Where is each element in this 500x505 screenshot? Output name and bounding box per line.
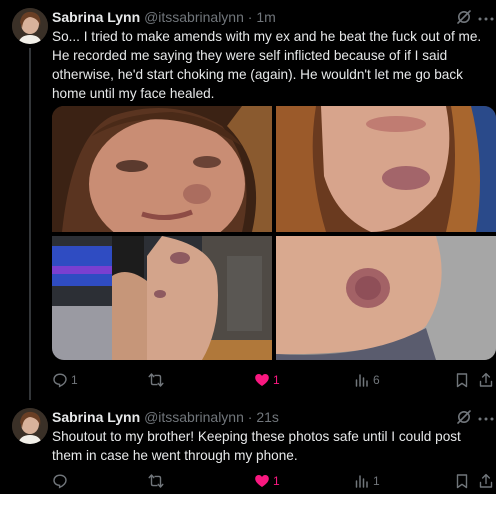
media-gap-horizontal: [52, 232, 496, 236]
thread-line: [29, 48, 31, 400]
separator-dot: ·: [247, 409, 253, 425]
repost-button[interactable]: [148, 472, 167, 490]
reply-icon: [52, 372, 68, 388]
views-icon: [354, 372, 370, 388]
more-options-icon[interactable]: [478, 12, 496, 28]
repost-icon: [148, 372, 164, 388]
bookmark-button[interactable]: [454, 472, 470, 490]
user-handle[interactable]: @itssabrinalynn: [144, 409, 244, 425]
view-count: 1: [373, 474, 380, 488]
repost-button[interactable]: [148, 371, 167, 389]
photo-face-bruise[interactable]: [52, 106, 272, 232]
bookmark-icon: [454, 372, 470, 388]
views-button[interactable]: 6: [354, 371, 380, 389]
post-text: Shoutout to my brother! Keeping these ph…: [52, 429, 461, 463]
share-icon: [478, 473, 494, 489]
post-header: Sabrina Lynn @itssabrinalynn · 1m: [52, 8, 276, 26]
media-grid[interactable]: [52, 106, 496, 360]
share-button[interactable]: [478, 472, 494, 490]
views-button[interactable]: 1: [354, 472, 380, 490]
bookmark-button[interactable]: [454, 371, 470, 389]
separator-dot: ·: [247, 9, 253, 25]
avatar[interactable]: [12, 8, 48, 44]
photo-arm-mirror[interactable]: [52, 236, 272, 360]
photo-arm-bruise[interactable]: [276, 236, 496, 360]
like-count: 1: [273, 373, 280, 387]
reply-count: 1: [71, 373, 78, 387]
view-count: 6: [373, 373, 380, 387]
post-time[interactable]: 1m: [256, 9, 275, 25]
reply-button[interactable]: [52, 472, 71, 490]
timeline: Sabrina Lynn @itssabrinalynn · 1m So... …: [0, 0, 496, 494]
display-name[interactable]: Sabrina Lynn: [52, 9, 140, 25]
user-handle[interactable]: @itssabrinalynn: [144, 9, 244, 25]
post-header: Sabrina Lynn @itssabrinalynn · 21s: [52, 408, 279, 426]
action-bar: 1 1: [52, 472, 496, 490]
bookmark-icon: [454, 473, 470, 489]
avatar[interactable]: [12, 408, 48, 444]
like-button[interactable]: 1: [254, 472, 280, 490]
photo-chin-bruise[interactable]: [276, 106, 496, 232]
share-icon: [478, 372, 494, 388]
action-bar: 1 1 6: [52, 371, 496, 389]
post-1[interactable]: Sabrina Lynn @itssabrinalynn · 1m So... …: [0, 0, 496, 400]
share-button[interactable]: [478, 371, 494, 389]
like-button[interactable]: 1: [254, 371, 280, 389]
heart-filled-icon: [254, 372, 270, 388]
post-text: So... I tried to make amends with my ex …: [52, 29, 482, 101]
post-2[interactable]: Sabrina Lynn @itssabrinalynn · 21s Shout…: [0, 398, 496, 494]
grok-icon[interactable]: [456, 9, 472, 25]
more-options-icon[interactable]: [478, 412, 496, 428]
views-icon: [354, 473, 370, 489]
display-name[interactable]: Sabrina Lynn: [52, 409, 140, 425]
reply-icon: [52, 473, 68, 489]
post-time[interactable]: 21s: [256, 409, 279, 425]
repost-icon: [148, 473, 164, 489]
reply-button[interactable]: 1: [52, 371, 78, 389]
grok-icon[interactable]: [456, 409, 472, 425]
heart-filled-icon: [254, 473, 270, 489]
like-count: 1: [273, 474, 280, 488]
